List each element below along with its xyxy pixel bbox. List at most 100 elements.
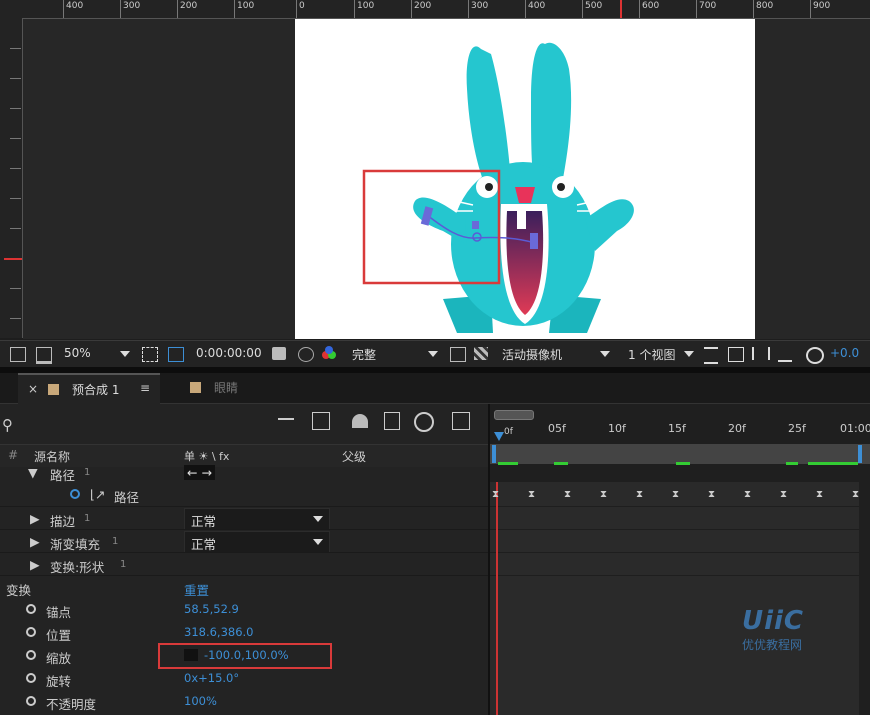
playhead-icon[interactable] [494,432,504,441]
property-row-opacity[interactable]: 不透明度 100% [0,690,490,713]
ruler-label: 300 [471,1,489,11]
time-ruler-label: 20f [728,422,746,435]
tab-menu-icon[interactable]: ≡ [140,381,150,395]
blend-mode-select[interactable]: 正常 [184,508,330,530]
keyframe-icon[interactable]: ⧗ [492,489,502,500]
view-layout-select[interactable]: 1 个视图 [628,346,675,363]
timeline-icon[interactable] [752,347,770,360]
reset-link[interactable]: 重置 [184,580,209,599]
transparency-grid-icon[interactable] [474,347,488,360]
property-value[interactable]: 0x+15.0° [184,671,239,685]
flowchart-icon[interactable] [778,347,792,362]
property-value[interactable]: 58.5,52.9 [184,602,239,616]
transform-label: 变换 [6,583,32,598]
frame-blending-icon[interactable] [384,412,400,430]
monitor-icon[interactable] [36,347,52,364]
keyframe-icon[interactable]: ⧗ [816,489,826,500]
time-ruler-label: 10f [608,422,626,435]
keyframe-icon[interactable]: ⧗ [852,489,862,500]
stopwatch-icon[interactable] [26,671,36,686]
keyframe-icon[interactable]: ⧗ [636,489,646,500]
stopwatch-icon[interactable] [26,625,36,640]
fast-previews-icon[interactable] [450,347,466,362]
camera-dropdown-icon[interactable] [600,351,610,357]
tab-eyes[interactable]: 眼睛 [178,373,278,403]
view-layout-dropdown-icon[interactable] [684,351,694,357]
region-of-interest-icon[interactable] [142,347,158,362]
channel-icon[interactable] [322,346,338,362]
time-ruler-label: 05f [548,422,566,435]
property-name: 位置 [46,628,72,643]
property-row-rotation[interactable]: 旋转 0x+15.0° [0,667,490,690]
path-graph-icon: ⌊↗ [90,487,106,502]
keyframe-icon[interactable]: ⧗ [672,489,682,500]
property-value[interactable]: 318.6,386.0 [184,625,254,639]
blend-mode-select[interactable]: 正常 [184,531,330,553]
composition-canvas[interactable] [295,19,755,339]
graph-editor-icon[interactable] [452,412,470,430]
property-name: 锚点 [46,605,72,620]
keyframe-icon[interactable]: ⧗ [528,489,538,500]
layer-row-gradient-fill[interactable]: ▶ 渐变填充 1 正常 [0,529,490,553]
property-name: 缩放 [46,651,72,666]
timeline-toolbar: ⚲ [0,404,490,444]
work-area-start-handle[interactable] [492,445,496,463]
motion-blur-icon[interactable] [414,412,434,432]
path-direction-toggle[interactable]: ← → [184,465,215,480]
layer-name: 描边 [50,514,76,529]
ruler-label: 800 [756,1,774,11]
property-row-position[interactable]: 位置 318.6,386.0 [0,621,490,644]
search-icon[interactable]: ⚲ [2,416,13,434]
mask-visibility-icon[interactable] [168,347,184,362]
expand-arrow-icon[interactable]: ▶ [30,534,40,549]
exposure-reset-icon[interactable] [806,347,824,364]
keyframe-icon[interactable]: ⧗ [600,489,610,500]
stopwatch-icon[interactable] [70,487,80,502]
ruler-cursor-marker [4,258,22,260]
property-row-anchor[interactable]: 锚点 58.5,52.9 [0,598,490,621]
resolution-select[interactable]: 完整 [352,346,376,363]
stopwatch-icon[interactable] [26,694,36,709]
stopwatch-icon[interactable] [26,648,36,663]
tab-close-icon[interactable]: × [28,382,38,396]
ruler-label: 600 [642,1,660,11]
toggle-pixel-aspect-icon[interactable] [704,347,718,364]
zoom-level[interactable]: 50% [64,346,91,360]
shy-icon[interactable] [352,414,368,428]
comp-mini-flowchart-icon[interactable] [278,418,294,430]
tab-precomp-1[interactable]: × 预合成 1 ≡ [18,373,160,405]
resolution-dropdown-icon[interactable] [428,351,438,357]
viewer-toolbar: 50% 0:00:00:00 完整 活动摄像机 1 个视图 +0.0 [0,340,870,367]
expand-arrow-icon[interactable]: ▼ [28,465,38,480]
exposure-value[interactable]: +0.0 [830,346,859,360]
playhead-line [496,482,498,715]
fast-draft-icon[interactable] [728,347,744,362]
keyframe-icon[interactable]: ⧗ [780,489,790,500]
expand-arrow-icon[interactable]: ▶ [30,557,40,572]
work-area-bar[interactable] [490,444,870,464]
show-snapshot-icon[interactable] [298,347,314,362]
tab-label: 眼睛 [214,381,239,395]
stopwatch-icon[interactable] [26,602,36,617]
expand-arrow-icon[interactable]: ▶ [30,511,40,526]
layer-row-path[interactable]: ⌊↗ 路径 [0,483,490,506]
property-value[interactable]: 100% [184,694,217,708]
work-area-end-handle[interactable] [858,445,862,463]
layer-row-transform-shape[interactable]: ▶ 变换:形状 1 [0,552,490,576]
draft-3d-icon[interactable] [312,412,330,430]
layer-index: 1 [84,513,91,524]
current-time[interactable]: 0:00:00:00 [196,346,262,360]
layer-row-stroke[interactable]: ▶ 描边 1 正常 [0,506,490,530]
keyframe-icon[interactable]: ⧗ [744,489,754,500]
always-preview-icon[interactable] [10,347,26,362]
zoom-dropdown-icon[interactable] [120,351,130,357]
camera-select[interactable]: 活动摄像机 [502,346,562,363]
time-ruler-label: 0f [504,427,513,437]
transform-group-row[interactable]: 变换 重置 [0,575,490,599]
work-area-slider[interactable] [494,410,534,420]
layer-row-path-group[interactable]: ▼ 路径 1 ← → [0,461,490,484]
keyframe-icon[interactable]: ⧗ [708,489,718,500]
ruler-label: 500 [585,1,603,11]
keyframe-icon[interactable]: ⧗ [564,489,574,500]
snapshot-icon[interactable] [272,347,286,360]
